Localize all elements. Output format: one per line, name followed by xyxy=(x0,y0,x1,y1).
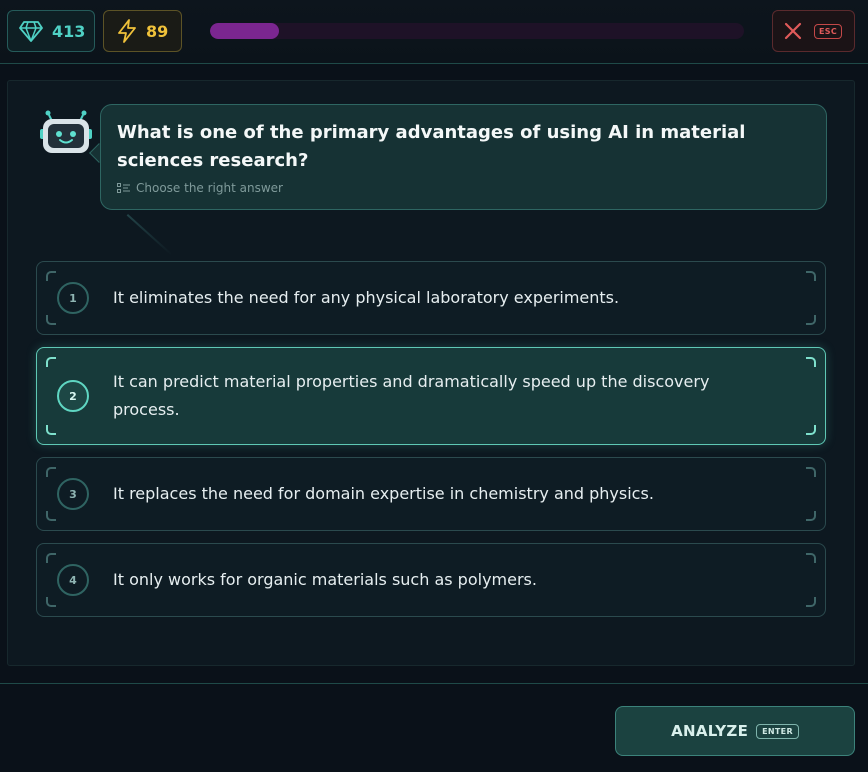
lesson-progress-fill xyxy=(210,23,280,39)
option-text: It only works for organic materials such… xyxy=(113,570,537,589)
option-text: It can predict material properties and d… xyxy=(113,372,710,419)
option-number-badge: 3 xyxy=(57,478,89,510)
list-icon xyxy=(117,182,130,193)
question-text: What is one of the primary advantages of… xyxy=(117,122,746,171)
robot-icon xyxy=(40,110,92,153)
answer-hint: Choose the right answer xyxy=(117,181,283,195)
lesson-progress-bar xyxy=(210,23,744,39)
question-bubble: What is one of the primary advantages of… xyxy=(100,104,827,210)
top-bar: 413 89 ESC xyxy=(0,0,868,64)
answer-option-1[interactable]: 1 It eliminates the need for any physica… xyxy=(36,261,826,335)
option-text: It replaces the need for domain expertis… xyxy=(113,484,654,503)
gems-value: 413 xyxy=(52,21,86,41)
option-number-badge: 1 xyxy=(57,282,89,314)
lightning-icon xyxy=(118,19,136,43)
hint-text: Choose the right answer xyxy=(136,181,283,195)
esc-shortcut-badge: ESC xyxy=(814,23,842,39)
answer-option-4[interactable]: 4 It only works for organic materials su… xyxy=(36,543,826,617)
close-icon xyxy=(784,22,802,40)
option-number-badge: 4 xyxy=(57,564,89,596)
answer-option-2[interactable]: 2 It can predict material properties and… xyxy=(36,347,826,445)
enter-shortcut-badge: ENTER xyxy=(756,723,799,739)
analyze-button[interactable]: ANALYZE ENTER xyxy=(615,706,855,756)
close-button[interactable]: ESC xyxy=(772,10,855,52)
option-number-badge: 2 xyxy=(57,380,89,412)
energy-value: 89 xyxy=(146,21,169,41)
diamond-icon xyxy=(19,21,43,42)
option-text: It eliminates the need for any physical … xyxy=(113,288,620,307)
energy-counter: 89 xyxy=(103,10,182,52)
answer-option-3[interactable]: 3 It replaces the need for domain expert… xyxy=(36,457,826,531)
analyze-label: ANALYZE xyxy=(671,722,749,740)
gems-counter: 413 xyxy=(7,10,95,52)
